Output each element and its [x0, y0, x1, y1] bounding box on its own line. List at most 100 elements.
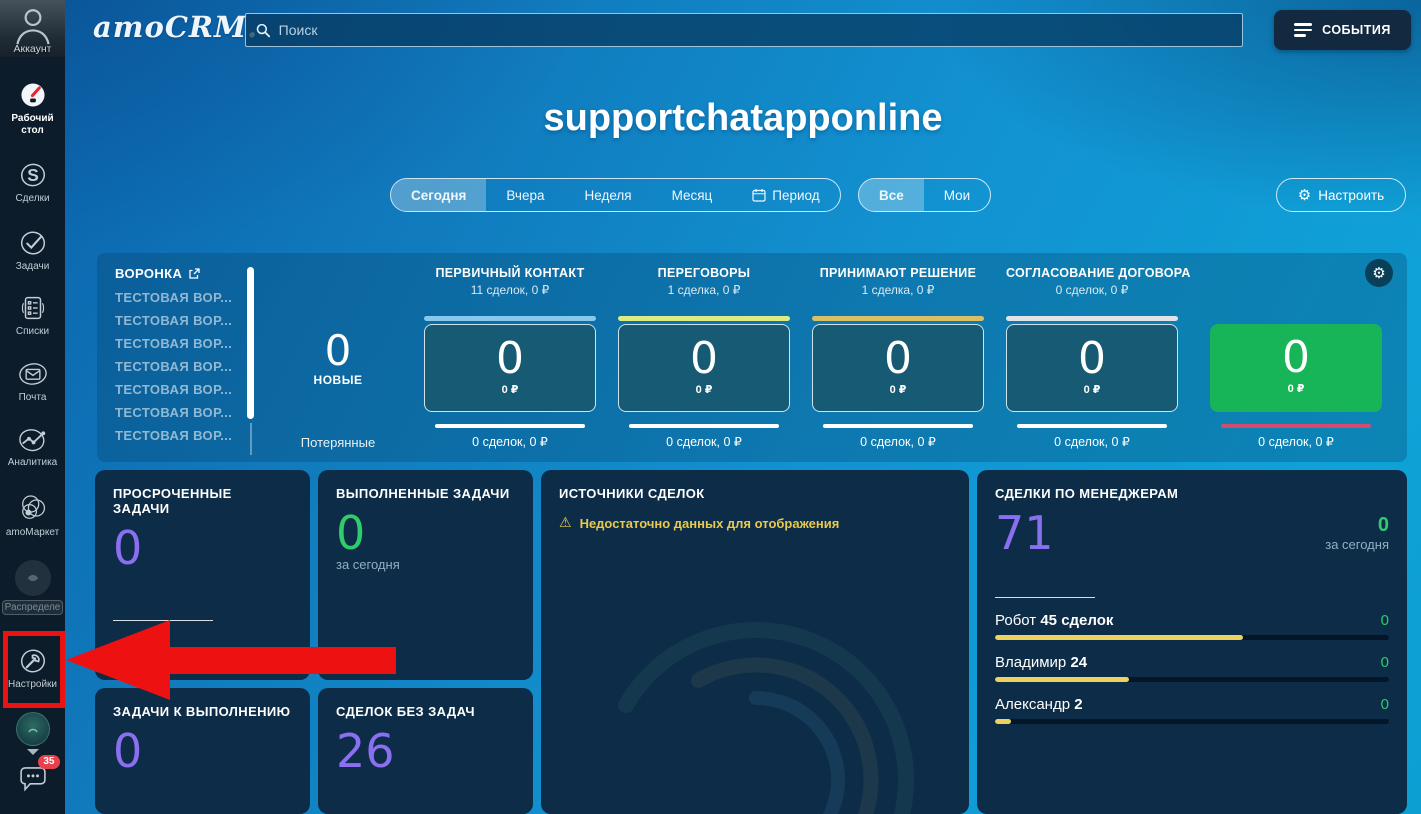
stage-name: ПРИНИМАЮТ РЕШЕНИЕ	[812, 266, 984, 280]
chevron-down-icon	[27, 749, 39, 755]
stage-amount: 0 ₽	[1210, 382, 1382, 395]
stage-box[interactable]: 0 0 ₽	[812, 324, 984, 412]
stage-color-bar	[618, 316, 790, 321]
stage-amount: 0 ₽	[619, 383, 789, 396]
check-circle-icon	[18, 228, 48, 258]
funnel-settings-gear-icon[interactable]: ⚙	[1365, 259, 1393, 287]
pipeline-item[interactable]: ТЕСТОВАЯ ВОР...	[115, 290, 232, 305]
pipeline-item[interactable]: ТЕСТОВАЯ ВОР...	[115, 313, 232, 328]
status-circle-icon	[16, 712, 50, 746]
pipeline-item[interactable]: ТЕСТОВАЯ ВОР...	[115, 382, 232, 397]
manager-bar-track	[995, 677, 1389, 682]
stage-footer: 0 сделок, 0 ₽	[812, 434, 984, 449]
events-menu-icon	[1294, 23, 1312, 37]
stage-box[interactable]: 0 0 ₽	[1006, 324, 1178, 412]
stage-summary: 11 сделок, 0 ₽	[424, 283, 596, 297]
tab-mine[interactable]: Мои	[924, 179, 990, 211]
stage-value: 0	[425, 337, 595, 381]
tab-period[interactable]: Период	[732, 179, 839, 211]
stage-decision: ПРИНИМАЮТ РЕШЕНИЕ 1 сделка, 0 ₽ 0 0 ₽ 0 …	[812, 253, 984, 462]
tab-yesterday[interactable]: Вчера	[486, 179, 564, 211]
stage-name: ПЕРЕГОВОРЫ	[618, 266, 790, 280]
sidebar-item-label: Рабочий	[11, 113, 53, 125]
stage-color-bar	[424, 316, 596, 321]
sidebar-item-label: Сделки	[15, 193, 49, 205]
calendar-icon	[752, 188, 766, 202]
card-title: ВЫПОЛНЕННЫЕ ЗАДАЧИ	[336, 486, 515, 501]
manager-row: Владимир 24 0	[995, 654, 1389, 682]
configure-button-label: Настроить	[1318, 188, 1384, 203]
pipeline-item[interactable]: ТЕСТОВАЯ ВОР...	[115, 405, 232, 420]
list-icon	[18, 293, 48, 323]
tab-all[interactable]: Все	[859, 179, 924, 211]
lost-leads-label[interactable]: Потерянные	[297, 435, 379, 450]
stage-primary-contact: ПЕРВИЧНЫЙ КОНТАКТ 11 сделок, 0 ₽ 0 0 ₽ 0…	[424, 253, 596, 462]
stage-footer-bar	[1017, 424, 1167, 428]
stage-value: 0	[619, 337, 789, 381]
manager-bar-fill	[995, 677, 1129, 682]
account-label: Аккаунт	[13, 43, 51, 55]
done-tasks-subtitle: за сегодня	[336, 557, 515, 572]
tab-week[interactable]: Неделя	[565, 179, 652, 211]
stage-amount: 0 ₽	[813, 383, 983, 396]
stage-success: 0 0 ₽ 0 сделок, 0 ₽	[1210, 253, 1382, 462]
manager-row: Робот 45 сделок 0	[995, 612, 1389, 640]
card-leads-by-manager: СДЕЛКИ ПО МЕНЕДЖЕРАМ 71 0 за сегодня Роб…	[977, 470, 1407, 814]
stage-footer: 0 сделок, 0 ₽	[1006, 434, 1178, 449]
sidebar-item-mail[interactable]: Почта	[0, 359, 65, 404]
stage-footer-bar	[435, 424, 585, 428]
sidebar-item-distribution[interactable]: Распределе	[0, 560, 65, 615]
search-icon	[256, 23, 271, 38]
sidebar-item-label: стол	[21, 125, 44, 137]
sidebar-item-desktop[interactable]: Рабочий стол	[0, 80, 65, 136]
distribution-label: Распределе	[2, 600, 64, 615]
funnel-title[interactable]: ВОРОНКА	[115, 266, 200, 281]
tab-month[interactable]: Месяц	[652, 179, 733, 211]
funnel-list-scrollbar[interactable]	[247, 267, 254, 419]
done-tasks-value: 0	[336, 509, 515, 557]
manager-bar-fill	[995, 635, 1243, 640]
stage-summary: 1 сделка, 0 ₽	[812, 283, 984, 297]
funnel-new-column: 0 НОВЫЕ Потерянные	[297, 253, 379, 462]
manager-today-value: 0	[1381, 696, 1389, 713]
sidebar-item-account[interactable]: Аккаунт	[0, 0, 65, 57]
pipeline-item[interactable]: ТЕСТОВАЯ ВОР...	[115, 359, 232, 374]
sidebar-item-label: Аналитика	[8, 457, 58, 469]
stage-footer: 0 сделок, 0 ₽	[424, 434, 596, 449]
sidebar-item-label: amoМаркет	[6, 527, 59, 539]
manager-name: Робот 45 сделок	[995, 612, 1113, 629]
card-title: ЗАДАЧИ К ВЫПОЛНЕНИЮ	[113, 704, 292, 719]
gear-icon: ⚙	[1298, 186, 1311, 204]
stage-contract-approval: СОГЛАСОВАНИЕ ДОГОВОРА 0 сделок, 0 ₽ 0 0 …	[1006, 253, 1178, 462]
sidebar-item-market[interactable]: amoМаркет	[0, 492, 65, 539]
stage-box[interactable]: 0 0 ₽	[618, 324, 790, 412]
card-no-task-leads: СДЕЛОК БЕЗ ЗАДАЧ 26	[318, 688, 533, 814]
funnel-widget: ВОРОНКА ТЕСТОВАЯ ВОР... ТЕСТОВАЯ ВОР... …	[97, 253, 1407, 462]
stage-box[interactable]: 0 0 ₽	[424, 324, 596, 412]
search-input[interactable]	[279, 22, 1232, 38]
todo-tasks-value: 0	[113, 727, 292, 775]
pipeline-item[interactable]: ТЕСТОВАЯ ВОР...	[115, 336, 232, 351]
stage-value: 0	[1007, 337, 1177, 381]
configure-button[interactable]: ⚙ Настроить	[1276, 178, 1406, 212]
events-button[interactable]: СОБЫТИЯ	[1274, 10, 1411, 50]
amocrm-logo[interactable]: amoCRM.	[93, 10, 258, 44]
sidebar-item-chat[interactable]: 35	[0, 762, 65, 797]
sidebar-item-analytics[interactable]: Аналитика	[0, 424, 65, 469]
sidebar-item-tasks[interactable]: Задачи	[0, 228, 65, 273]
sidebar-item-leads[interactable]: S Сделки	[0, 160, 65, 205]
sidebar-item-label: Списки	[16, 326, 49, 338]
events-button-label: СОБЫТИЯ	[1322, 23, 1391, 37]
sidebar-item-label: Задачи	[16, 261, 50, 273]
search-bar[interactable]	[245, 13, 1243, 47]
pipeline-item[interactable]: ТЕСТОВАЯ ВОР...	[115, 428, 232, 443]
manager-today-value: 0	[1381, 612, 1389, 629]
stage-footer: 0 сделок, 0 ₽	[1210, 434, 1382, 449]
stage-box-success[interactable]: 0 0 ₽	[1210, 324, 1382, 412]
sidebar-item-profile-status[interactable]	[0, 712, 65, 755]
stage-value: 0	[813, 337, 983, 381]
card-title: СДЕЛОК БЕЗ ЗАДАЧ	[336, 704, 515, 719]
external-link-icon	[188, 268, 200, 280]
tab-today[interactable]: Сегодня	[391, 179, 486, 211]
sidebar-item-lists[interactable]: Списки	[0, 293, 65, 338]
